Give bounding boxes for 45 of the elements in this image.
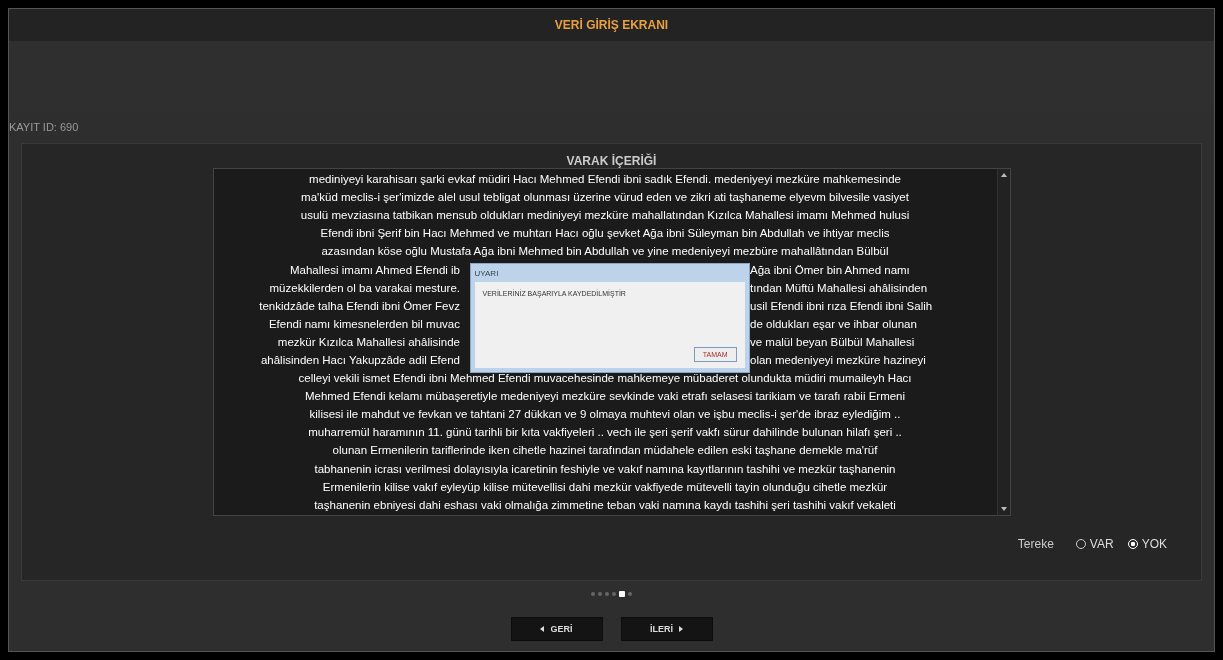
text-line: Mahallesi imamı Ahmed Efendi ib: [289, 263, 460, 276]
text-line: ahâlisinden Hacı Yakupzâde adil Efend: [260, 354, 460, 366]
text-line: ma'küd meclis-i şer'imizde alel usul tebligat olunması üzerine vürud eden ve zikri ati taşhaneme elyevm bilvesile vasiyet: [301, 191, 909, 204]
text-line: taşhanenin ebniyesi dahi eshası vaki olmalığa zimmetine teban vaki namına kaydı tashihi şeri tashihi vakıf vekaleti: [314, 498, 896, 511]
scroll-down-icon[interactable]: [1000, 507, 1007, 511]
text-line: tenkidzâde talha Efendi ibni Ömer Fevz: [259, 299, 460, 312]
text-line: mediniyeyi karahisarı şarki evkaf müdiri Hacı Mehmed Efendi ibni sadık Efendi. medeniyeyi mezküre mahkemesinde: [309, 173, 901, 186]
radio-option[interactable]: YOK: [1127, 537, 1167, 551]
text-line: müzekkilerden ol ba varakai mesture.: [269, 281, 460, 294]
text-line: kilisesi ile mahdut ve fevkan ve tahtani 27 dükkan ve 9 olmaya muhtevi olan ve işbu meclis-i şer'de ibraz eylediğim ..: [309, 408, 901, 421]
dialog-title: UYARI: [474, 268, 499, 278]
text-line: Ağa ibni Ömer bin Ahmed namı: [750, 263, 910, 276]
scroll-up-icon[interactable]: [1000, 173, 1007, 177]
text-line: ve malül beyan Bülbül Mahallesi: [750, 335, 915, 348]
text-line: olunan Ermenilerin tariflerinde iken cihetle hazinei tarafından müdahele edilen eski taşhane demekle ma'rüf: [332, 444, 878, 457]
text-line: Efendi namı kimesnelerden bil muvac: [268, 317, 460, 330]
text-line: de oldukları eşar ve ihbar olunan: [750, 317, 917, 330]
text-line: celleyi vekili ismet Efendi ibni Mehmed Efendi muvacehesinde mahkemeye mübaderet olundukta müdiri mumaileyh Hacı: [298, 372, 912, 385]
panel-title: VARAK İÇERİĞİ: [566, 154, 657, 168]
text-line: usil Efendi ibni rıza Efendi ibni Salih: [750, 299, 933, 312]
text-line: tabhanenin icrası verilmesi dolayısıyla icaretinin feshiyle ve vakıf namına kayıtlarının tashihi ve mezkür taşhanenin: [314, 462, 896, 475]
page-dot[interactable]: [591, 592, 595, 596]
text-area[interactable]: [212, 168, 1011, 516]
text-line: Efendi ibni Şerif bin Hacı Mehmed ve muhtarı Hacı oğlu şevket Ağa ibni Süleyman bin Abdullah ve ihtiyar meclis: [320, 227, 890, 240]
page-dot[interactable]: [628, 592, 632, 596]
text-line: tından Müftü Mahallesi ahâlisinden: [750, 281, 928, 294]
next-button[interactable]: İLERİ: [620, 617, 713, 641]
page-title: VERİ GİRİŞ EKRANI: [554, 18, 669, 32]
page-dot[interactable]: [605, 592, 609, 596]
radio-option[interactable]: VAR: [1075, 537, 1114, 551]
scrollbar[interactable]: [996, 169, 1010, 515]
text-line: Mehmed Efendi kelamı mübaşeretiyle medeniyeyi mezküre sevkinde vaki etrafı selasesi tarikiam ve tarafı rabii Ermeni: [304, 390, 906, 403]
text-line: mezkür Kızılca Mahallesi ahâlisinde: [277, 335, 460, 348]
tereke-label: Tereke: [1017, 537, 1054, 551]
text-line: Ermenilerin kilise vakıf eyleyüp kilise mütevellisi dahi mezkür vakfiyede mütevelli tayin olunduğu cihetle mezkür: [322, 480, 888, 493]
right-triangle-icon: [679, 626, 683, 632]
text-line: muharremül haramının 11. günü tarihli bir kıta vakfiyeleri .. vech ile şeri şerif vakfı sürur dahilinde bulunan hilafı şeri ..: [308, 426, 902, 439]
text-line: azasından köse oğlu Mustafa Ağa ibni Mehmed bin Abdullah ve yine medeniyeyi mezbüre mahallâtından Bülbül: [321, 245, 889, 258]
page-dot[interactable]: [612, 592, 616, 596]
page-dot[interactable]: [598, 592, 602, 596]
left-triangle-icon: [540, 626, 545, 632]
text-line: usulü mevziasına tatbikan mensub oldukları mediniyeyi mezküre mahallatından Kızılca Mahallesi imamı Mehmed hulusi: [300, 209, 910, 222]
text-line: olan medeniyeyi mezküre hazineyi: [750, 354, 926, 366]
back-button[interactable]: GERİ: [510, 617, 603, 641]
record-id: KAYIT ID: 690: [9, 121, 79, 133]
